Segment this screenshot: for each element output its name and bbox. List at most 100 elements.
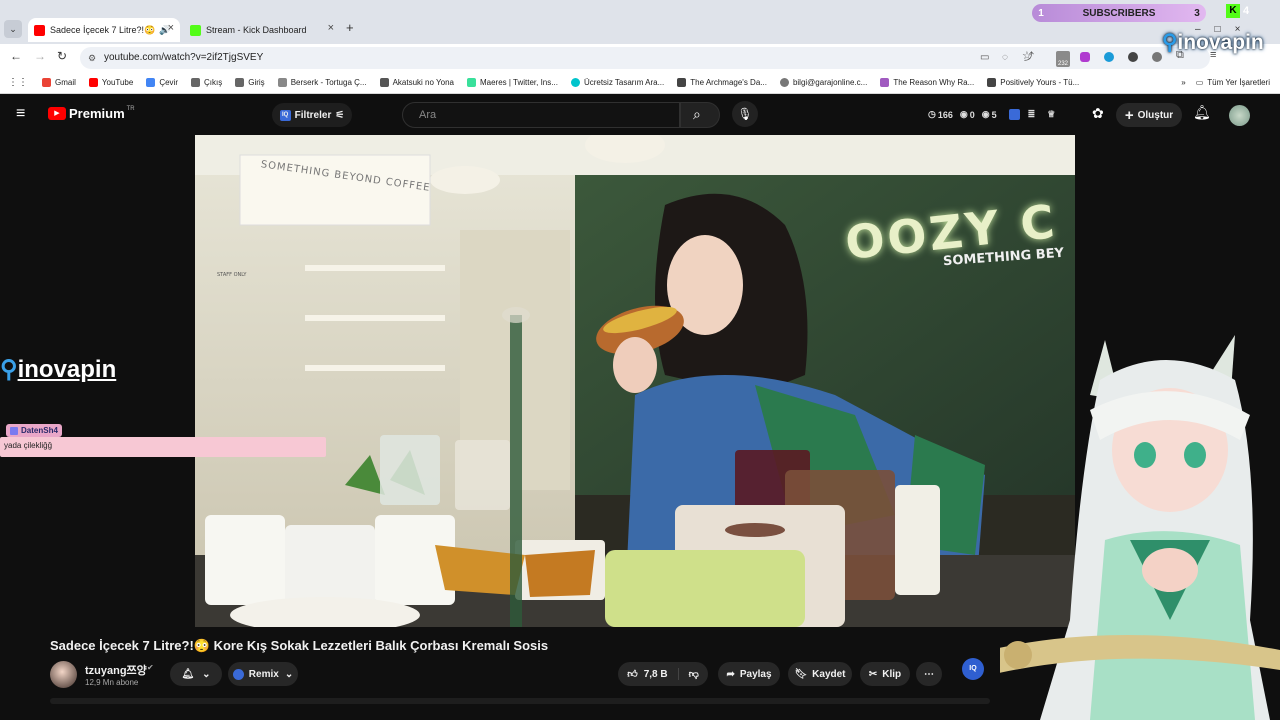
globe-icon: [779, 78, 789, 87]
share-icon: ➦: [726, 668, 735, 680]
like-dislike-group: 👍︎ 7,8 B 👎︎: [618, 662, 708, 686]
back-icon[interactable]: ←: [10, 49, 22, 63]
chat-user-badge: DatenSh4: [6, 424, 62, 437]
gear-flower-icon[interactable]: ✿: [1092, 105, 1104, 122]
page-icon: [277, 78, 287, 87]
bookmark-label: Giriş: [248, 78, 265, 87]
bookmark-label: Çıkış: [204, 78, 223, 87]
bookmark-label: The Reason Why Ra...: [893, 78, 975, 87]
channel-name[interactable]: tzuyang쯔양: [85, 662, 147, 678]
menu-icon[interactable]: ≡: [16, 105, 25, 123]
page-icon: [987, 78, 997, 87]
all-bookmarks[interactable]: ▭ Tüm Yer İşaretleri: [1196, 78, 1270, 87]
avatar[interactable]: [1229, 105, 1250, 126]
extension-stats: ◷ 166 ◉ 0 ◉ 5 ≣ ♕: [928, 109, 1055, 120]
channel-avatar[interactable]: [50, 661, 77, 688]
tab-title: Stream - Kick Dashboard: [206, 25, 307, 35]
tab-kick[interactable]: Stream - Kick Dashboard ×: [184, 18, 340, 42]
filters-label: Filtreler: [294, 109, 332, 121]
close-tab-icon[interactable]: ×: [168, 22, 174, 34]
create-button[interactable]: + Oluştur: [1116, 103, 1182, 127]
site-info-icon[interactable]: ⚙: [88, 47, 96, 69]
more-bookmarks-icon[interactable]: »: [1181, 78, 1185, 87]
bookmark-label: Maeres | Twitter, Ins...: [479, 78, 558, 87]
bookmark-label: Positively Yours - Tü...: [1000, 78, 1080, 87]
bookmark-archmage[interactable]: The Archmage's Da...: [677, 78, 767, 87]
thumbs-down-icon[interactable]: 👎︎: [689, 668, 699, 680]
more-actions-button[interactable]: ⋯: [916, 662, 942, 686]
bookmark-tasarim[interactable]: Ücretsiz Tasarım Ara...: [570, 78, 664, 87]
extension-icon[interactable]: [1128, 52, 1138, 62]
youtube-premium-logo[interactable]: ▶ Premium TR: [48, 106, 135, 121]
search-input[interactable]: Ara: [402, 102, 680, 128]
linktree-icon: [466, 78, 476, 87]
bookmark-label: Gmail: [55, 78, 76, 87]
bell-icon: 🔔︎: [181, 668, 195, 680]
bookmark-icon: 🔖︎: [794, 668, 808, 680]
youtube-icon: [88, 78, 98, 87]
brand-text: inovapin: [17, 356, 117, 383]
iq-extension-icon[interactable]: IQ: [962, 658, 984, 680]
close-tab-icon[interactable]: ×: [328, 22, 334, 34]
bookmark-giris[interactable]: Giriş: [235, 78, 265, 87]
page-icon: [379, 78, 389, 87]
bookmark-cevir[interactable]: Çevir: [146, 78, 178, 87]
folder-icon: ▭: [1195, 78, 1204, 87]
tab-title: Sadece İçecek 7 Litre?!😳 K: [50, 24, 155, 35]
subscribers-label: SUBSCRIBERS: [1082, 7, 1156, 19]
bookmark-maeres[interactable]: Maeres | Twitter, Ins...: [466, 78, 558, 87]
iq-icon: [232, 668, 244, 680]
eye-off-icon[interactable]: ◌: [1002, 47, 1008, 69]
canva-icon: [570, 78, 580, 87]
share-button[interactable]: ➦ Paylaş: [718, 662, 780, 686]
install-icon[interactable]: ▭: [980, 47, 989, 69]
star-icon[interactable]: ☆: [1022, 49, 1032, 62]
clip-button[interactable]: ✂ Klip: [860, 662, 910, 686]
bookmark-berserk[interactable]: Berserk - Tortuga Ç...: [277, 78, 367, 87]
extension-icon[interactable]: [1080, 52, 1090, 62]
remix-button[interactable]: Remix ⌄: [228, 662, 298, 686]
staff-sign-text: STAFF ONLY: [217, 272, 247, 278]
apps-icon[interactable]: ⋮⋮: [8, 77, 28, 88]
bookmark-bilgi[interactable]: bilgi@garajonline.c...: [779, 78, 867, 87]
voice-search-icon[interactable]: 🎙: [732, 101, 758, 127]
bookmark-label: Tüm Yer İşaretleri: [1207, 78, 1270, 87]
stat-value: 0: [969, 109, 975, 120]
bookmark-akatsuki[interactable]: Akatsuki no Yona: [379, 78, 454, 87]
tab-search-button[interactable]: ⌄: [4, 20, 22, 38]
clock-icon: ◷: [928, 109, 936, 119]
trophy-icon[interactable]: ♕: [1047, 109, 1055, 120]
new-tab-button[interactable]: +: [346, 20, 354, 35]
bookmark-cikis[interactable]: Çıkış: [191, 78, 222, 87]
eye-icon: ◉: [959, 109, 968, 119]
bookmark-positively[interactable]: Positively Yours - Tü...: [987, 78, 1079, 87]
chat-message-bubble: yada çilekliğğ: [0, 437, 326, 457]
bookmark-label: Çevir: [159, 78, 178, 87]
notification-bell-button[interactable]: 🔔︎ ⌄: [170, 662, 222, 686]
search-icon: ⌕: [693, 106, 701, 122]
like-button[interactable]: 👍︎ 7,8 B: [627, 668, 679, 680]
forward-icon[interactable]: →: [34, 49, 46, 63]
bookmark-reason[interactable]: The Reason Why Ra...: [880, 78, 974, 87]
scissors-icon: ✂: [868, 668, 878, 680]
reload-icon[interactable]: ↻: [57, 49, 67, 63]
bookmark-youtube[interactable]: YouTube: [88, 78, 133, 87]
notifications-bell-icon[interactable]: 🔔︎: [1193, 104, 1211, 121]
address-bar[interactable]: ⚙ youtube.com/watch?v=2if2TjgSVEY ▭ ◌ ⤴: [80, 47, 1210, 69]
bookmark-label: The Archmage's Da...: [690, 78, 767, 87]
search-button[interactable]: ⌕: [680, 102, 720, 128]
extension-icon[interactable]: [1104, 52, 1114, 62]
save-button[interactable]: 🔖︎ Kaydet: [788, 662, 852, 686]
tab-youtube[interactable]: Sadece İçecek 7 Litre?!😳 K 🔊 ×: [28, 18, 180, 42]
bookmarks-bar: ⋮⋮ Gmail YouTube Çevir Çıkış Giriş Berse…: [0, 72, 1280, 94]
extension-badge[interactable]: 232: [1056, 51, 1070, 67]
bookmark-gmail[interactable]: Gmail: [42, 78, 76, 87]
extension-icon[interactable]: [1152, 52, 1162, 62]
filter-ext-icon: IQ: [279, 109, 291, 121]
kick-count-widget: K 4: [1226, 2, 1258, 20]
filters-button[interactable]: IQ Filtreler ⚟: [272, 103, 352, 127]
kick-logo-icon: K: [1226, 4, 1240, 18]
iq-icon[interactable]: [1008, 109, 1020, 120]
video-player[interactable]: SOMETHING BEYOND COFFEE STAFF ONLY OOZY …: [195, 135, 1075, 627]
list-icon[interactable]: ≣: [1028, 109, 1036, 120]
